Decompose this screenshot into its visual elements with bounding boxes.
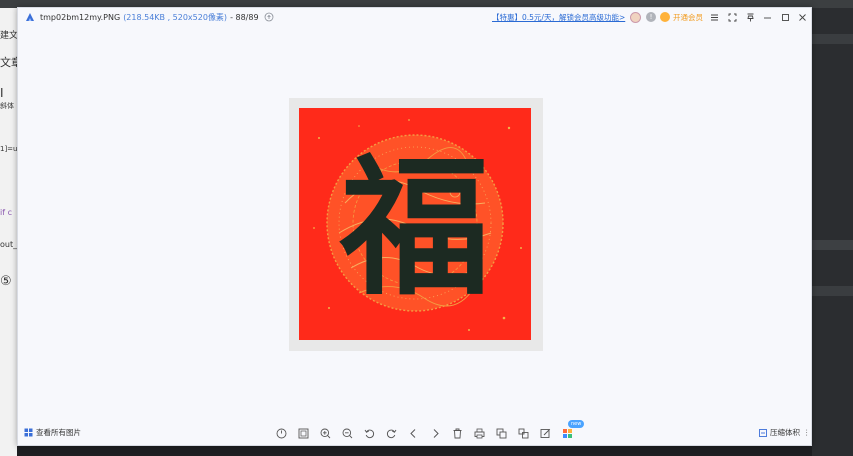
background-text: ⑤ (0, 274, 12, 289)
vip-button[interactable]: 开通会员 (673, 12, 703, 23)
print-icon (474, 428, 484, 438)
fit-button[interactable] (292, 425, 314, 441)
background-text: out_ (0, 240, 17, 249)
background-strip (812, 286, 853, 296)
menu-icon (710, 14, 718, 20)
vip-icon[interactable] (660, 12, 670, 22)
compress-label: 压缩体积 (770, 428, 800, 437)
edit-icon (540, 428, 550, 438)
image-canvas[interactable]: 福 (18, 26, 811, 419)
close-icon (798, 13, 806, 21)
next-button[interactable] (424, 425, 446, 441)
more-icon[interactable]: ⋮ (803, 428, 811, 437)
fu-character-image[interactable]: 福 (299, 108, 531, 340)
zoom-out-button[interactable] (336, 425, 358, 441)
background-text: I (0, 86, 4, 100)
view-all-photos-button[interactable]: 查看所有图片 (24, 427, 81, 438)
rotate-left-icon (364, 429, 374, 438)
new-badge: new (568, 420, 585, 428)
account-area: ! 开通会员 (630, 10, 703, 24)
next-icon (433, 428, 439, 438)
bottom-toolbar: 查看所有图片 new 压缩体积 ⋮ (18, 420, 811, 444)
previous-button[interactable] (402, 425, 424, 441)
copy-button[interactable] (490, 425, 512, 441)
background-ide-right (812, 8, 853, 456)
promo-link[interactable]: 【特惠】0.5元/天，解锁会员高级功能> (492, 12, 625, 23)
print-button[interactable] (468, 425, 490, 441)
edit-button[interactable] (534, 425, 556, 441)
compress-icon (759, 428, 767, 437)
maximize-button[interactable] (777, 10, 793, 24)
grid-icon (24, 428, 33, 437)
background-strip (812, 240, 853, 250)
previous-icon (409, 428, 415, 438)
image-tools: new (270, 420, 585, 441)
background-text: 文章 (0, 56, 17, 69)
background-bottom (17, 446, 812, 456)
rotate-right-button[interactable] (380, 425, 402, 441)
cloud-upload-icon[interactable] (264, 12, 274, 22)
menu-button[interactable] (706, 10, 722, 24)
zoom-out-icon (342, 428, 352, 438)
pin-button[interactable] (742, 10, 758, 24)
zoom-in-icon (320, 428, 330, 438)
background-text: 1]=u (0, 145, 17, 153)
rotate-right-icon (386, 429, 396, 438)
fullscreen-button[interactable] (724, 10, 740, 24)
view-all-photos-label: 查看所有图片 (36, 428, 81, 437)
background-text: 斜体 (0, 102, 14, 110)
zoom-in-button[interactable] (314, 425, 336, 441)
compress-button[interactable]: 压缩体积 ⋮ (759, 427, 811, 438)
minimize-icon (763, 17, 771, 18)
delete-icon (453, 428, 461, 438)
rotate-left-button[interactable] (358, 425, 380, 441)
minimize-button[interactable] (759, 10, 775, 24)
user-avatar[interactable] (630, 11, 641, 23)
app-logo-icon (26, 13, 34, 21)
background-editor-left: 建文 文章 I 斜体 1]=u if c out_ ⑤ (0, 8, 17, 456)
fu-character: 福 (339, 140, 490, 316)
rotate-view-icon (276, 428, 286, 438)
info-icon[interactable]: ! (646, 12, 656, 22)
image-counter: - 88/89 (230, 12, 259, 22)
pin-icon (746, 13, 754, 21)
image-viewer-window: tmp02bm12my.PNG (218.54KB , 520x520像素) -… (17, 7, 812, 446)
apps-icon (562, 428, 572, 438)
background-strip (812, 34, 853, 44)
crop-button[interactable] (512, 425, 534, 441)
crop-icon (518, 428, 528, 438)
background-text: if c (0, 208, 12, 217)
close-button[interactable] (794, 10, 810, 24)
delete-button[interactable] (446, 425, 468, 441)
copy-icon (496, 428, 506, 438)
apps-button[interactable]: new (556, 420, 585, 441)
rotate-view-button[interactable] (270, 425, 292, 441)
image-frame: 福 (289, 98, 543, 351)
fullscreen-icon (728, 13, 736, 21)
background-text: 建文 (0, 31, 17, 41)
file-name: tmp02bm12my.PNG (40, 12, 121, 22)
fit-icon (298, 428, 308, 438)
file-info[interactable]: (218.54KB , 520x520像素) (123, 12, 227, 23)
maximize-icon (781, 13, 789, 21)
